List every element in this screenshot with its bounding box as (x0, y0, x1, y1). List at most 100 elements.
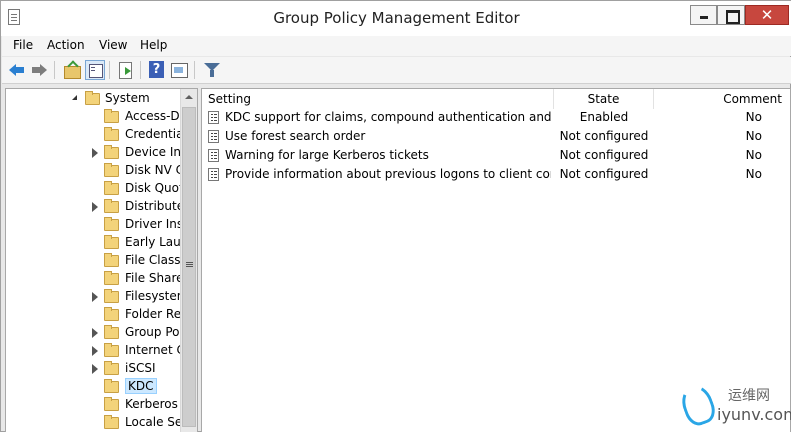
tree-item-label: Locale Ser (125, 415, 188, 429)
tree-item-label: System (105, 91, 150, 105)
tree-item[interactable]: Distributed (6, 198, 192, 216)
comment-cell: No (745, 148, 762, 162)
tree-item[interactable]: Group Pol (6, 324, 183, 342)
tree-item[interactable]: Disk NV Ca (6, 162, 191, 180)
tree-item-label: KDC (125, 378, 157, 394)
column-header-comment[interactable]: Comment (654, 89, 790, 109)
folder-icon (104, 289, 119, 303)
policy-setting-icon (208, 149, 219, 162)
folder-icon (104, 343, 119, 357)
tree-item-label: Filesystem (125, 289, 189, 303)
tree-item[interactable]: Disk Quota (6, 180, 191, 198)
table-row[interactable]: Warning for large Kerberos tickets Not co… (202, 146, 790, 165)
help-icon[interactable] (147, 60, 167, 80)
tree-item[interactable]: Access-De (6, 108, 187, 126)
tree-item[interactable]: KDC (6, 378, 181, 396)
collapsed-arrow-icon[interactable] (92, 148, 98, 158)
menu-file[interactable]: File (13, 38, 33, 52)
comment-cell: No (745, 167, 762, 181)
tree-item[interactable]: Early Laun (6, 234, 188, 252)
folder-icon (104, 307, 119, 321)
tree-item[interactable]: Filesystem (6, 288, 188, 306)
collapsed-arrow-icon[interactable] (92, 328, 98, 338)
toolbar-separator (109, 61, 110, 79)
menu-help[interactable]: Help (140, 38, 167, 52)
tree-item[interactable]: Credential (6, 126, 187, 144)
folder-icon (104, 271, 119, 285)
menu-view[interactable]: View (99, 38, 127, 52)
toolbar-separator (194, 61, 195, 79)
state-cell: Not configured (559, 167, 649, 181)
folder-icon (104, 361, 119, 375)
export-list-icon[interactable] (116, 60, 136, 80)
folder-icon (104, 325, 119, 339)
collapsed-arrow-icon[interactable] (92, 346, 98, 356)
comment-cell: No (745, 110, 762, 124)
window-title: Group Policy Management Editor (273, 9, 520, 27)
toolbar-separator (140, 61, 141, 79)
watermark-logo: 运维网 iyunv.com (677, 381, 791, 431)
table-row[interactable]: Provide information about previous logon… (202, 165, 790, 184)
menu-action[interactable]: Action (47, 38, 85, 52)
tree-item[interactable]: System (6, 90, 181, 108)
table-row[interactable]: KDC support for claims, compound authent… (202, 108, 790, 127)
setting-cell: Provide information about previous logon… (225, 167, 551, 181)
setting-cell: KDC support for claims, compound authent… (225, 110, 551, 124)
tree-pane[interactable]: System Access-De Credential Device Inst Disk… (5, 88, 198, 432)
toolbar (2, 57, 791, 84)
tree-item[interactable]: Folder Red (6, 306, 189, 324)
state-cell: Not configured (559, 129, 649, 143)
close-button[interactable]: ✕ (745, 5, 789, 25)
folder-icon (85, 91, 100, 105)
tree-scrollbar[interactable] (180, 89, 197, 432)
folder-icon (104, 145, 119, 159)
properties-icon[interactable] (169, 60, 189, 80)
filter-icon[interactable] (202, 60, 222, 80)
grip-icon (186, 262, 193, 263)
app-window: Group Policy Management Editor ✕ File Ac… (0, 0, 791, 432)
tree-item[interactable]: iSCSI (6, 360, 181, 378)
tree-item[interactable]: Device Inst (6, 144, 192, 162)
tree-item[interactable]: File Share (6, 270, 184, 288)
watermark-cn: 运维网 (728, 388, 770, 404)
state-cell: Enabled (579, 110, 629, 124)
tree-item-label: Early Laun (125, 235, 189, 249)
up-one-level-icon[interactable] (62, 60, 82, 80)
folder-icon (104, 199, 119, 213)
tree-item[interactable]: File Classif (6, 252, 188, 270)
maximize-button[interactable] (717, 5, 745, 25)
tree-item-label: Kerberos (125, 397, 178, 411)
column-header-setting[interactable]: Setting (202, 89, 554, 109)
folder-icon (104, 109, 119, 123)
folder-icon (104, 181, 119, 195)
folder-icon (104, 397, 119, 411)
scroll-thumb[interactable] (182, 107, 196, 427)
scroll-up-arrow-icon[interactable] (181, 89, 197, 106)
column-header-state[interactable]: State (554, 89, 654, 109)
menu-bar: File Action View Help (2, 36, 791, 56)
tree-item[interactable]: Kerberos (6, 396, 181, 414)
back-arrow-icon[interactable] (8, 60, 28, 80)
tree-item-label: Driver Inst (125, 217, 188, 231)
collapsed-arrow-icon[interactable] (92, 364, 98, 374)
folder-icon (104, 379, 119, 393)
table-row[interactable]: Use forest search order Not configured No (202, 127, 790, 146)
forward-arrow-icon[interactable] (30, 60, 50, 80)
tree-item[interactable]: Locale Ser (6, 414, 187, 432)
list-header: Setting State Comment (202, 89, 790, 109)
setting-cell: Warning for large Kerberos tickets (225, 148, 429, 162)
collapsed-arrow-icon[interactable] (92, 292, 98, 302)
state-cell: Not configured (559, 148, 649, 162)
collapsed-arrow-icon[interactable] (92, 202, 98, 212)
setting-cell: Use forest search order (225, 129, 366, 143)
folder-icon (104, 253, 119, 267)
folder-icon (104, 163, 119, 177)
tree-item-label: Group Pol (125, 325, 183, 339)
show-hide-tree-icon[interactable] (85, 60, 105, 80)
policy-setting-icon (208, 130, 219, 143)
tree-item-label: File Share (125, 271, 184, 285)
tree-item[interactable]: Internet Co (6, 342, 192, 360)
minimize-button[interactable] (690, 5, 717, 25)
title-bar[interactable]: Group Policy Management Editor ✕ (1, 1, 791, 36)
tree-item[interactable]: Driver Inst (6, 216, 188, 234)
